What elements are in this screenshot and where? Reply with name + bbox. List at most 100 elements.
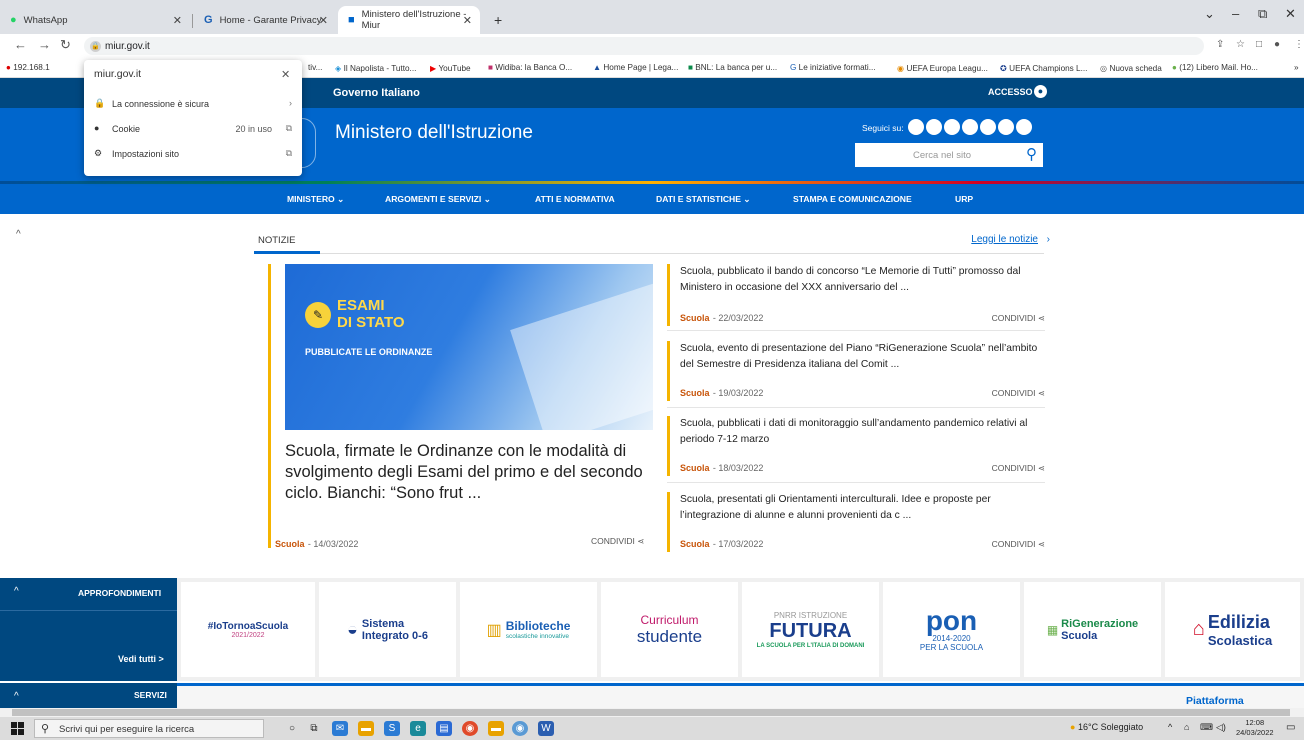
lock-icon[interactable]: 🔒: [90, 40, 101, 52]
bookmark[interactable]: ◈ Il Napolista - Tutto...: [335, 63, 416, 73]
bookmark[interactable]: ■ Widiba: la Banca O...: [488, 63, 572, 72]
horizontal-scrollbar[interactable]: [0, 708, 1304, 717]
news-item[interactable]: Scuola, evento di presentazione del Pian…: [667, 341, 1045, 401]
logo-curriculum-studente[interactable]: Curriculum studente: [601, 582, 738, 677]
category-link[interactable]: Scuola: [680, 539, 710, 549]
logo-rigenerazione[interactable]: ▦ RiGenerazione Scuola: [1024, 582, 1161, 677]
bookmark[interactable]: ● 192.168.1: [6, 63, 50, 72]
popup-row-cookie[interactable]: ● Cookie 20 in uso ⧉: [94, 123, 294, 139]
popup-row-site-settings[interactable]: ⚙ Impostazioni sito ⧉: [94, 148, 294, 164]
logo-pon[interactable]: pon 2014-2020 PER LA SCUOLA: [883, 582, 1020, 677]
volume-icon[interactable]: ◁): [1216, 722, 1226, 733]
forward-icon[interactable]: →: [38, 37, 51, 52]
menu-dati-e-statistiche[interactable]: DATI E STATISTICHE ⌄: [656, 194, 751, 205]
featured-image[interactable]: ✎ ESAMI DI STATO PUBBLICATE LE ORDINANZE: [285, 264, 653, 430]
news-item[interactable]: Scuola, pubblicati i dati di monitoraggi…: [667, 416, 1045, 476]
taskbar-search[interactable]: ⚲ Scrivi qui per eseguire la ricerca: [34, 719, 264, 738]
tray-chevron-icon[interactable]: ^: [1168, 722, 1172, 732]
flickr-icon[interactable]: [962, 119, 978, 135]
news-item[interactable]: Scuola, presentati gli Orientamenti inte…: [667, 492, 1045, 552]
tab-garante-privacy[interactable]: G Home - Garante Privacy ✕: [194, 6, 336, 34]
sidebar-icon[interactable]: □: [1256, 39, 1262, 50]
ministry-title[interactable]: Ministero dell'Istruzione: [335, 122, 533, 144]
bookmark[interactable]: ● (12) Libero Mail. Ho...: [1172, 63, 1258, 72]
task-view-icon[interactable]: ⧉: [306, 721, 322, 736]
menu-stampa-e-comunicazione[interactable]: STAMPA E COMUNICAZIONE: [793, 194, 912, 204]
bookmark[interactable]: G Le iniziative formati...: [790, 63, 876, 72]
share-button[interactable]: CONDIVIDI ⋖: [591, 536, 644, 547]
menu-argomenti-e-servizi[interactable]: ARGOMENTI E SERVIZI ⌄: [385, 194, 491, 205]
chrome-profile-icon[interactable]: ◉: [512, 721, 528, 736]
word-icon[interactable]: W: [538, 721, 554, 736]
popup-row-connection[interactable]: 🔒 La connessione è sicura ›: [94, 98, 294, 114]
url-field[interactable]: 🔒 miur.gov.it: [84, 37, 1204, 55]
tab-search-icon[interactable]: ⌄: [1204, 6, 1215, 22]
minimize-icon[interactable]: –: [1232, 6, 1239, 21]
menu-urp[interactable]: URP: [955, 194, 973, 204]
close-icon[interactable]: ✕: [281, 68, 290, 81]
share-button[interactable]: CONDIVIDI ⋖: [992, 463, 1045, 474]
menu-ministero[interactable]: MINISTERO ⌄: [287, 194, 344, 205]
logo-futura[interactable]: PNRR ISTRUZIONE FUTURA LA SCUOLA PER L'ITA…: [742, 582, 879, 677]
news-title[interactable]: Scuola, evento di presentazione del Pian…: [680, 341, 1046, 373]
clock[interactable]: 12:08 24/03/2022: [1236, 718, 1274, 738]
collapse-up-icon[interactable]: ^: [14, 691, 19, 702]
share-button[interactable]: CONDIVIDI ⋖: [992, 313, 1045, 324]
piattaforma-link[interactable]: Piattaforma: [1186, 695, 1244, 707]
more-bookmarks-icon[interactable]: »: [1294, 63, 1299, 72]
bookmark[interactable]: ◎ Nuova scheda: [1100, 63, 1162, 73]
mail-icon[interactable]: ✉: [332, 721, 348, 736]
restore-icon[interactable]: ⧉: [1258, 6, 1267, 22]
news-title[interactable]: Scuola, pubblicati i dati di monitoraggi…: [680, 416, 1046, 448]
share-icon[interactable]: ⇪: [1216, 39, 1224, 50]
share-button[interactable]: CONDIVIDI ⋖: [992, 539, 1045, 550]
profile-icon[interactable]: ●: [1274, 39, 1280, 50]
featured-title[interactable]: Scuola, firmate le Ordinanze con le moda…: [285, 441, 655, 504]
featured-news[interactable]: ✎ ESAMI DI STATO PUBBLICATE LE ORDINANZE…: [268, 264, 655, 549]
bookmark[interactable]: tiv...: [308, 63, 322, 72]
back-icon[interactable]: ←: [14, 37, 27, 52]
network-icon[interactable]: ⌂: [1184, 722, 1189, 732]
menu-icon[interactable]: ⋮: [1294, 39, 1304, 50]
bookmark-star-icon[interactable]: ☆: [1236, 39, 1245, 50]
skype-icon[interactable]: S: [384, 721, 400, 736]
share-button[interactable]: CONDIVIDI ⋖: [992, 388, 1045, 399]
explorer-icon[interactable]: ▬: [358, 721, 374, 736]
folder-icon[interactable]: ▬: [488, 721, 504, 736]
category-link[interactable]: Scuola: [680, 313, 710, 323]
cortana-icon[interactable]: ○: [284, 721, 300, 736]
tab-whatsapp[interactable]: ● WhatsApp ✕: [0, 6, 190, 34]
bookmark[interactable]: ■ BNL: La banca per u...: [688, 63, 777, 72]
access-link[interactable]: ACCESSO: [988, 87, 1033, 97]
news-title[interactable]: Scuola, pubblicato il bando di concorso …: [680, 264, 1046, 296]
see-all-link[interactable]: Vedi tutti >: [118, 654, 164, 664]
youtube-icon[interactable]: [944, 119, 960, 135]
bookmark[interactable]: ◉ UEFA Europa Leagu...: [897, 63, 988, 73]
logo-sistema-integrato[interactable]: ◒ Sistema Integrato 0-6: [319, 582, 456, 677]
new-tab-button[interactable]: +: [484, 6, 514, 34]
category-link[interactable]: Scuola: [680, 463, 710, 473]
telegram-icon[interactable]: [980, 119, 996, 135]
bookmark[interactable]: ▲ Home Page | Lega...: [593, 63, 678, 72]
twitter-icon[interactable]: [926, 119, 942, 135]
site-search-field[interactable]: Cerca nel sito ⚲: [855, 143, 1043, 167]
menu-atti-e-normativa[interactable]: ATTI E NORMATIVA: [535, 194, 615, 204]
search-icon[interactable]: ⚲: [1026, 145, 1037, 163]
category-link[interactable]: Scuola: [680, 388, 710, 398]
tab-miur[interactable]: ■ Ministero dell'Istruzione - Miur ✕: [338, 6, 480, 34]
close-tab-icon[interactable]: ✕: [173, 14, 182, 27]
logo-edilizia[interactable]: ⌂ Edilizia Scolastica: [1165, 582, 1300, 677]
windows-start-icon[interactable]: [11, 722, 24, 735]
close-window-icon[interactable]: ✕: [1285, 6, 1296, 22]
news-title[interactable]: Scuola, presentati gli Orientamenti inte…: [680, 492, 1046, 524]
scrollbar-thumb[interactable]: [12, 709, 1290, 716]
gov-title[interactable]: Governo Italiano: [333, 87, 420, 99]
chrome-icon[interactable]: ◉: [462, 721, 478, 736]
chevron-right-icon[interactable]: ›: [1047, 234, 1050, 245]
podcast-icon[interactable]: [1016, 119, 1032, 135]
logo-biblioteche[interactable]: ▥ Biblioteche scolastiche innovative: [460, 582, 597, 677]
store-icon[interactable]: ▤: [436, 721, 452, 736]
collapse-up-icon[interactable]: ^: [16, 229, 21, 240]
facebook-icon[interactable]: [908, 119, 924, 135]
category-link[interactable]: Scuola: [275, 539, 305, 549]
